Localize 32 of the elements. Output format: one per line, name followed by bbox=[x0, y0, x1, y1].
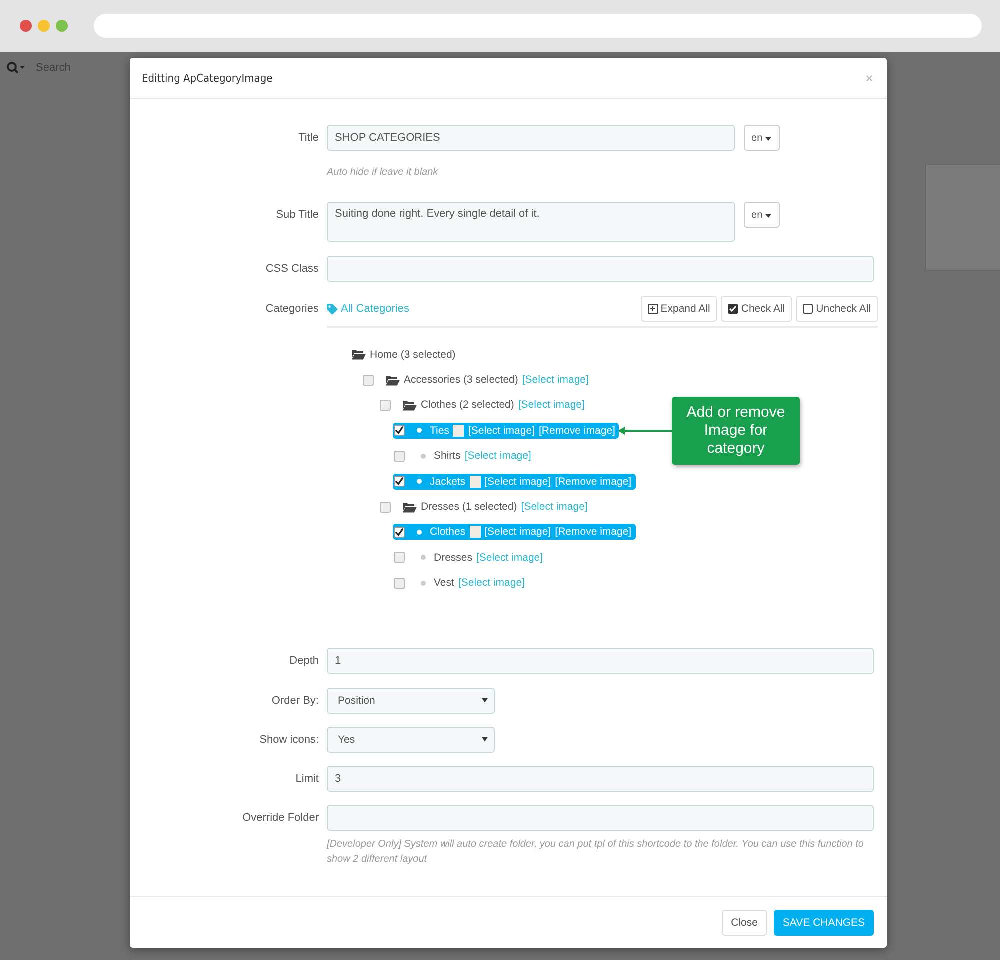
limit-field[interactable]: 3 bbox=[327, 766, 874, 792]
order-by-select[interactable]: Position bbox=[327, 688, 495, 714]
show-icons-select[interactable]: Yes bbox=[327, 726, 495, 753]
category-label[interactable]: Accessories (3 selected) bbox=[404, 374, 518, 386]
field-label: Title bbox=[298, 131, 319, 144]
callout-note: Add or remove Image for category bbox=[672, 397, 800, 465]
field-label: CSS Class bbox=[264, 262, 319, 275]
category-label[interactable]: Clothes (2 selected) bbox=[421, 399, 514, 412]
field-label: Show icons: bbox=[258, 732, 319, 746]
field-label: Order By: bbox=[270, 694, 319, 707]
field-label: Sub Title bbox=[275, 208, 319, 221]
close-button[interactable]: Close bbox=[722, 910, 767, 936]
category-label[interactable]: Shirts bbox=[434, 450, 461, 462]
category-label[interactable]: Home (3 selected) bbox=[370, 348, 456, 361]
field-label: Categories bbox=[264, 302, 319, 315]
field-label: Depth bbox=[288, 654, 319, 667]
category-label[interactable]: Vest bbox=[434, 577, 454, 590]
title-field[interactable]: SHOP CATEGORIES bbox=[327, 125, 735, 151]
language-dropdown[interactable]: en bbox=[744, 125, 780, 151]
subtitle-field[interactable]: Suiting done right. Every single detail of it. bbox=[327, 202, 735, 242]
language-dropdown[interactable]: en bbox=[744, 202, 780, 228]
field-label: Override Folder bbox=[242, 810, 319, 824]
tree-action-button[interactable]: Expand All bbox=[640, 296, 718, 322]
tree-action-button[interactable]: Uncheck All bbox=[796, 296, 878, 322]
category-label[interactable]: Dresses (1 selected) bbox=[421, 501, 518, 514]
help-text: Auto hide if leave it blank bbox=[327, 166, 440, 180]
depth-field[interactable]: 1 bbox=[327, 648, 874, 674]
tree-action-button[interactable]: Check All bbox=[721, 296, 792, 322]
help-text: [Developer Only] System will auto create folder, you can put tpl of this shortcode to the folder. You can use this function to show 2 different layout bbox=[327, 838, 865, 867]
field-label: Limit bbox=[294, 772, 319, 785]
dialog-title: Editting ApCategoryImage bbox=[142, 72, 273, 84]
category-label[interactable]: Dresses bbox=[434, 552, 473, 564]
